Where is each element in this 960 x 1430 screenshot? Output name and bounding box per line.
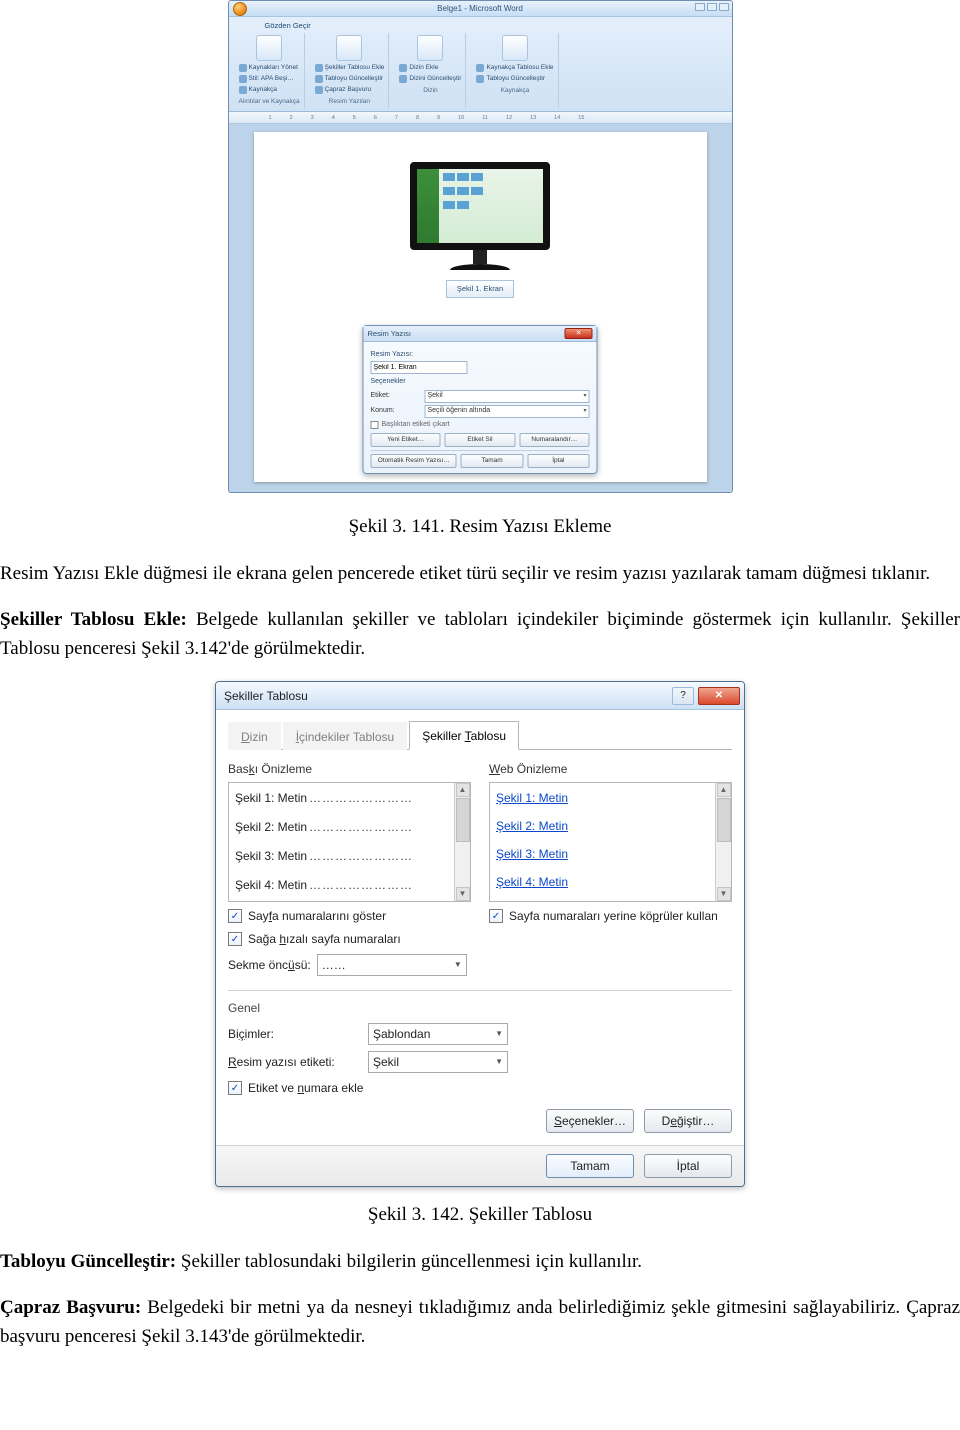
scrollbar[interactable]: ▲ ▼ [715,783,731,901]
baski-preview-box: Şekil 1: Metin……………………1 Şekil 2: Metin……… [228,782,471,902]
monitor-image [410,162,550,270]
st-title: Şekiller Tablosu [224,687,308,705]
help-icon[interactable]: ? [672,687,694,705]
list-item: Şekil 2: Metin [496,817,725,835]
list-item: Şekil 2: Metin……………………3 [235,818,464,836]
paragraph-3: Tabloyu Güncelleştir: Şekiller tablosund… [0,1248,960,1277]
mark-citation-icon [502,35,528,61]
baski-onizleme-label: Baskı Önizleme [228,760,471,778]
word-window-buttons [695,3,729,11]
figure-caption-141: Şekil 3. 141. Resim Yazısı Ekleme [0,513,960,542]
list-item: Şekil 4: Metin……………………7 [235,876,464,894]
resim-yazisi-etiketi-dropdown[interactable]: Şekil [368,1051,508,1073]
yeni-etiket-button[interactable]: Yeni Etiket… [371,433,441,447]
st-titlebar: Şekiller Tablosu ? ✕ [216,682,744,710]
secenekler-button[interactable]: Seçenekler… [546,1109,634,1133]
sayfa-numaralari-checkbox[interactable]: ✓ Sayfa numaralarını göster [228,907,471,925]
bicimler-dropdown[interactable]: Şablondan [368,1023,508,1045]
etiket-dropdown[interactable]: Şekil [425,390,590,403]
scrollbar[interactable]: ▲ ▼ [454,783,470,901]
baslik-etiket-checkbox[interactable]: Başlıktan etiketi çıkart [371,420,590,431]
list-item: Şekil 3: Metin……………………5 [235,847,464,865]
ribbon-group-dizin: Dizin Ekle Dizini Güncelleştir Dizin [395,33,466,108]
saga-hizali-checkbox[interactable]: ✓ Sağa hızalı sayfa numaraları [228,930,471,948]
chevron-up-icon[interactable]: ▲ [456,783,470,797]
web-onizleme-label: Web Önizleme [489,760,732,778]
paragraph-4: Çapraz Başvuru: Belgedeki bir metni ya d… [0,1294,960,1351]
etiket-numara-checkbox[interactable]: ✓ Etiket ve numara ekle [228,1079,732,1097]
p2-bold: Şekiller Tablosu Ekle: [0,609,196,630]
tab-dizin[interactable]: Dizin [228,722,281,750]
resim-yazisi-input[interactable] [371,361,468,374]
konum-label: Konum: [371,406,421,417]
p4-bold: Çapraz Başvuru: [0,1297,147,1318]
p3-rest: Şekiller tablosundaki bilgilerin güncell… [181,1251,642,1272]
web-preview-box: Şekil 1: Metin Şekil 2: Metin Şekil 3: M… [489,782,732,902]
chevron-up-icon[interactable]: ▲ [717,783,731,797]
resim-yazisi-dialog: Resim Yazısı ✕ Resim Yazısı: Seçenekler … [363,325,598,475]
word-ribbon: Gözden Geçir Kaynakları Yönet Stil: APA … [229,17,732,112]
close-icon[interactable]: ✕ [698,687,740,705]
list-item: Şekil 4: Metin [496,873,725,891]
resim-yazisi-label: Resim Yazısı: [371,350,590,361]
tab-sekiller[interactable]: Şekiller Tablosu [409,721,519,750]
word-ruler: 123456789101112131415 [229,112,732,124]
office-button-icon [233,2,247,16]
paragraph-1: Resim Yazısı Ekle düğmesi ile ekrana gel… [0,560,960,589]
cancel-button[interactable]: İptal [644,1154,732,1178]
paragraph-2: Şekiller Tablosu Ekle: Belgede kullanıla… [0,606,960,663]
insert-caption-icon [336,35,362,61]
ok-button[interactable]: Tamam [546,1154,634,1178]
list-item: Şekil 1: Metin……………………1 [235,789,464,807]
ribbon-tabs: Gözden Geçir [235,20,726,31]
word-window-screenshot: Belge1 - Microsoft Word Gözden Geçir Kay… [228,0,733,493]
mark-entry-icon [417,35,443,61]
caption-under-image: Şekil 1. Ekran [446,280,514,297]
list-item: Şekil 1: Metin [496,789,725,807]
etiket-label: Etiket: [371,391,421,402]
scroll-thumb[interactable] [456,798,470,842]
chevron-down-icon[interactable]: ▼ [456,887,470,901]
resim-yazisi-etiketi-label: Resim yazısı etiketi: [228,1053,358,1071]
ribbon-tab: Gözden Geçir [265,20,311,31]
ribbon-group-kaynakca: Kaynakça Tablosu Ekle Tabloyu Güncelleşt… [472,33,558,108]
secenekler-label: Seçenekler [371,377,590,388]
word-page: Şekil 1. Ekran Resim Yazısı ✕ Resim Yazı… [254,132,707,482]
etiket-sil-button[interactable]: Etiket Sil [445,433,515,447]
close-icon[interactable]: ✕ [565,328,593,339]
tab-icindekiler[interactable]: İçindekiler Tablosu [283,722,408,750]
insert-citation-icon [256,35,282,61]
konum-dropdown[interactable]: Seçili öğenin altında [425,405,590,418]
scroll-thumb[interactable] [717,798,731,842]
genel-section-label: Genel [228,999,732,1017]
ribbon-group-alinti: Kaynakları Yönet Stil: APA Beşi… Kaynakç… [235,33,305,108]
sekme-oncusu-dropdown[interactable]: …… [317,954,467,976]
word-document-area: Şekil 1. Ekran Resim Yazısı ✕ Resim Yazı… [229,124,732,492]
bicimler-label: Biçimler: [228,1025,358,1043]
iptal-button[interactable]: İptal [527,454,589,468]
list-item: Şekil 3: Metin [496,845,725,863]
word-titlebar: Belge1 - Microsoft Word [229,1,732,17]
sekme-oncusu-label: Sekme öncüsü: [228,956,311,974]
otomatik-button[interactable]: Otomatik Resim Yazısı… [371,454,457,468]
koprü-checkbox[interactable]: ✓ Sayfa numaraları yerine köprüler kulla… [489,907,732,925]
degistir-button[interactable]: Değiştir… [644,1109,732,1133]
numaralandir-button[interactable]: Numaralandır… [519,433,589,447]
word-title: Belge1 - Microsoft Word [437,3,523,15]
tamam-button[interactable]: Tamam [461,454,523,468]
st-tabstrip: Dizin İçindekiler Tablosu Şekiller Tablo… [228,720,732,750]
chevron-down-icon[interactable]: ▼ [717,887,731,901]
ribbon-group-resim-yazilari: Şekiller Tablosu Ekle Tabloyu Güncelleşt… [311,33,390,108]
sekiller-tablosu-dialog: Şekiller Tablosu ? ✕ Dizin İçindekiler T… [215,681,745,1187]
p3-bold: Tabloyu Güncelleştir: [0,1251,181,1272]
figure-caption-142: Şekil 3. 142. Şekiller Tablosu [0,1201,960,1230]
dialog-title: Resim Yazısı [368,328,411,339]
